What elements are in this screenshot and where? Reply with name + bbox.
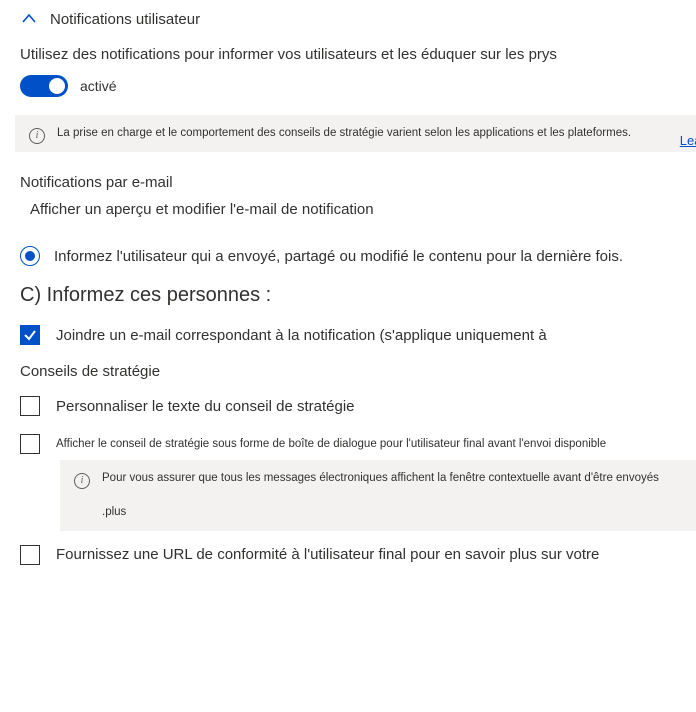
dialog-tip-label: Afficher le conseil de stratégie sous fo…	[56, 438, 606, 450]
radio-dot	[25, 251, 35, 261]
info-text-popup: Pour vous assurer que tous les messages …	[102, 470, 682, 521]
info-text: La prise en charge et le comportement de…	[57, 125, 682, 142]
notifications-toggle[interactable]	[20, 75, 68, 97]
info-box-popup: i Pour vous assurer que tous les message…	[60, 460, 696, 531]
checkbox-unchecked[interactable]	[20, 545, 40, 565]
chevron-up-icon	[20, 10, 38, 28]
policy-tips-heading: Conseils de stratégie	[20, 363, 696, 380]
toggle-label: activé	[80, 78, 117, 94]
section-title: Notifications utilisateur	[50, 11, 200, 28]
attach-email-checkbox-row[interactable]: Joindre un e-mail correspondant à la not…	[20, 325, 696, 345]
checkbox-unchecked[interactable]	[20, 396, 40, 416]
checkbox-unchecked[interactable]	[20, 434, 40, 454]
info-text-more[interactable]: .plus	[102, 504, 126, 521]
learn-link[interactable]: Learn w	[680, 133, 696, 148]
info-box-platforms: i La prise en charge et le comportement …	[15, 115, 696, 152]
preview-email-link[interactable]: Afficher un aperçu et modifier l'e-mail …	[30, 201, 696, 218]
info-text-main: Pour vous assurer que tous les messages …	[102, 472, 659, 484]
checkbox-checked[interactable]	[20, 325, 40, 345]
notify-last-user-radio-row[interactable]: Informez l'utilisateur qui a envoyé, par…	[20, 246, 696, 266]
section-header[interactable]: Notifications utilisateur	[20, 10, 696, 28]
attach-email-label: Joindre un e-mail correspondant à la not…	[56, 327, 547, 344]
compliance-url-checkbox-row[interactable]: Fournissez une URL de conformité à l'uti…	[20, 545, 696, 565]
dialog-tip-checkbox-row[interactable]: Afficher le conseil de stratégie sous fo…	[20, 434, 696, 454]
customize-tip-checkbox-row[interactable]: Personnaliser le texte du conseil de str…	[20, 396, 696, 416]
section-description: Utilisez des notifications pour informer…	[20, 46, 696, 63]
compliance-url-label: Fournissez une URL de conformité à l'uti…	[56, 546, 599, 563]
customize-tip-label: Personnaliser le texte du conseil de str…	[56, 398, 355, 415]
email-notifications-heading: Notifications par e-mail	[20, 174, 696, 191]
radio-label: Informez l'utilisateur qui a envoyé, par…	[54, 248, 623, 265]
info-icon: i	[29, 128, 45, 144]
radio-selected[interactable]	[20, 246, 40, 266]
toggle-knob	[49, 78, 65, 94]
notify-people-heading: C) Informez ces personnes :	[20, 284, 696, 307]
toggle-row: activé	[20, 75, 696, 97]
info-icon: i	[74, 473, 90, 489]
